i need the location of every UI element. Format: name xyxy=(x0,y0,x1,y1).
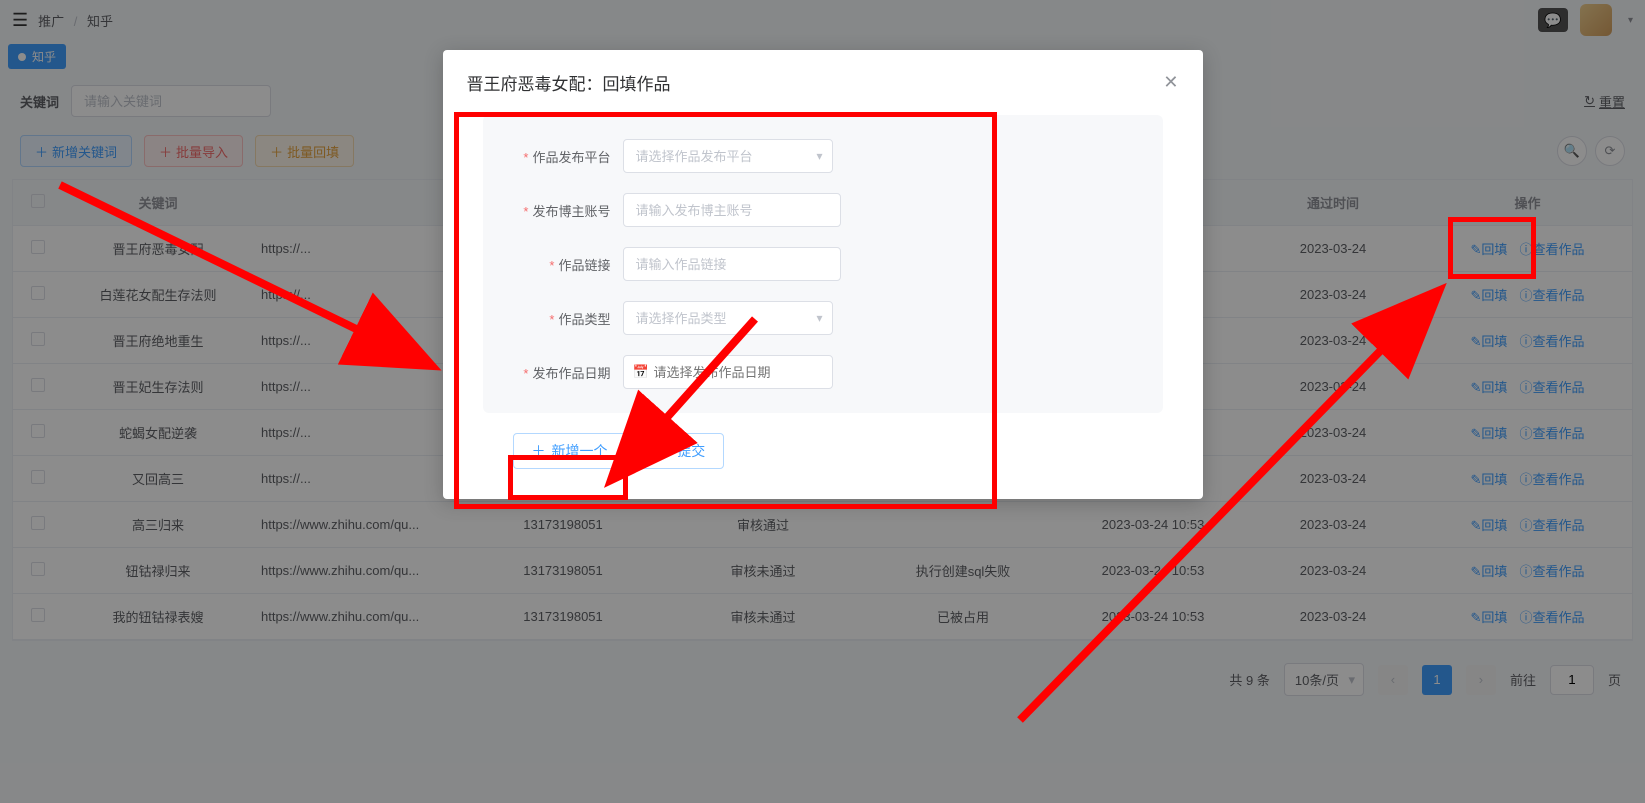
backfill-dialog: 晋王府恶毒女配：回填作品 ✕ *作品发布平台 ▾ *发布博主账号 *作品链接 xyxy=(443,50,1203,499)
close-icon[interactable]: ✕ xyxy=(1163,72,1178,93)
submit-button[interactable]: ✓ 提交 xyxy=(641,433,725,469)
account-input[interactable] xyxy=(623,193,841,227)
work-type-select[interactable]: ▾ xyxy=(623,301,833,335)
calendar-icon: 📅 xyxy=(633,364,649,380)
platform-select[interactable]: ▾ xyxy=(623,139,833,173)
dialog-title: 晋王府恶毒女配：回填作品 xyxy=(467,70,671,95)
publish-date-picker[interactable]: 📅 xyxy=(623,355,833,389)
work-link-input[interactable] xyxy=(623,247,841,281)
add-one-button[interactable]: ＋ 新增一个 xyxy=(513,433,627,469)
modal-overlay: 晋王府恶毒女配：回填作品 ✕ *作品发布平台 ▾ *发布博主账号 *作品链接 xyxy=(0,0,1645,803)
form-card: *作品发布平台 ▾ *发布博主账号 *作品链接 *作品类型 xyxy=(483,115,1163,413)
